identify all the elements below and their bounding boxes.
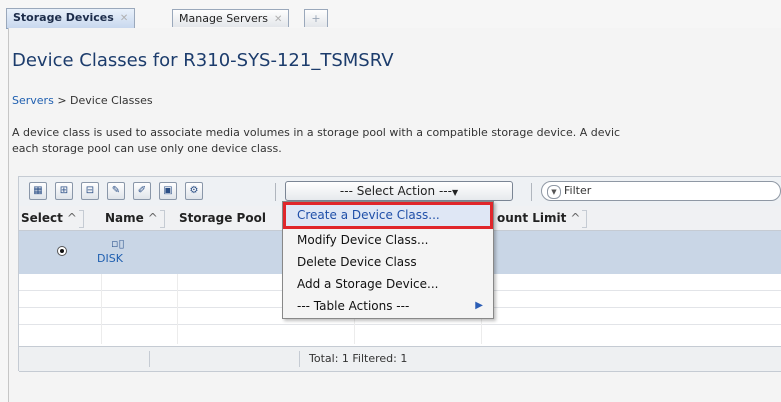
column-divider <box>101 274 102 344</box>
menu-item-add-storage-device[interactable]: Add a Storage Device... <box>283 273 493 295</box>
configure-icon[interactable]: ⚙ <box>185 182 203 200</box>
filter-dropdown-icon[interactable]: ▼ <box>547 185 561 199</box>
table-totals: Total: 1 Filtered: 1 <box>309 352 408 365</box>
column-header-mount-limit[interactable]: ount Limit ^ <box>497 206 588 230</box>
breadcrumb-separator: > <box>57 94 67 107</box>
select-action-menu: Create a Device Class... Modify Device C… <box>282 201 494 319</box>
collapse-icon[interactable]: ⊟ <box>81 182 99 200</box>
toolbar-divider <box>531 183 532 201</box>
tab-label: Manage Servers <box>179 12 268 25</box>
filter-placeholder: Filter <box>564 184 592 197</box>
close-icon[interactable]: ✕ <box>120 13 128 24</box>
tab-storage-devices[interactable]: Storage Devices ✕ <box>6 8 136 28</box>
chevron-down-icon: ▼ <box>451 188 459 197</box>
select-all-icon[interactable]: ▣ <box>159 182 177 200</box>
device-icon: ▫▯ <box>111 237 125 250</box>
device-class-name[interactable]: DISK <box>97 252 123 265</box>
expand-icon[interactable]: ⊞ <box>55 182 73 200</box>
tab-label: Storage Devices <box>13 11 114 24</box>
column-header-storage-pool[interactable]: Storage Pool <box>179 206 266 230</box>
column-header-name[interactable]: Name ^ <box>105 206 165 230</box>
filter-input[interactable]: ▼ Filter <box>541 181 781 201</box>
plus-icon: + <box>311 12 321 25</box>
column-divider <box>177 274 178 344</box>
app-frame: Storage Devices ✕ Manage Servers ✕ + Devic… <box>0 0 781 402</box>
breadcrumb: Servers > Device Classes <box>12 94 153 107</box>
footer-divider <box>149 351 150 367</box>
highlight-annotation-box <box>283 202 493 229</box>
new-tab-button[interactable]: + <box>304 9 328 27</box>
page-title: Device Classes for R310-SYS-121_TSMSRV <box>12 50 394 71</box>
menu-item-modify-device-class[interactable]: Modify Device Class... <box>283 229 493 251</box>
footer-divider <box>299 351 300 367</box>
page-description: A device class is used to associate medi… <box>12 126 621 155</box>
row-select-radio[interactable] <box>57 246 67 256</box>
edit-icon[interactable]: ✎ <box>107 182 125 200</box>
edit-sort-icon[interactable]: ✐ <box>133 182 151 200</box>
breadcrumb-servers-link[interactable]: Servers <box>12 94 54 107</box>
submenu-arrow-icon: ▶ <box>475 300 483 311</box>
tab-bar: Storage Devices ✕ Manage Servers ✕ + <box>6 6 781 29</box>
table-footer: Total: 1 Filtered: 1 <box>19 346 781 372</box>
column-header-select[interactable]: Select ^ <box>21 206 84 230</box>
select-action-label: --- Select Action --- <box>339 184 452 198</box>
close-icon[interactable]: ✕ <box>274 14 282 25</box>
toolbar-divider <box>275 183 276 201</box>
select-action-dropdown[interactable]: --- Select Action ---▼ <box>285 181 513 201</box>
menu-item-delete-device-class[interactable]: Delete Device Class <box>283 251 493 273</box>
table-view-icon[interactable]: ▦ <box>29 182 47 200</box>
menu-item-table-actions[interactable]: --- Table Actions --- ▶ <box>283 295 493 317</box>
breadcrumb-current: Device Classes <box>70 94 153 107</box>
grid-line <box>19 324 781 325</box>
tab-manage-servers[interactable]: Manage Servers ✕ <box>172 9 290 27</box>
